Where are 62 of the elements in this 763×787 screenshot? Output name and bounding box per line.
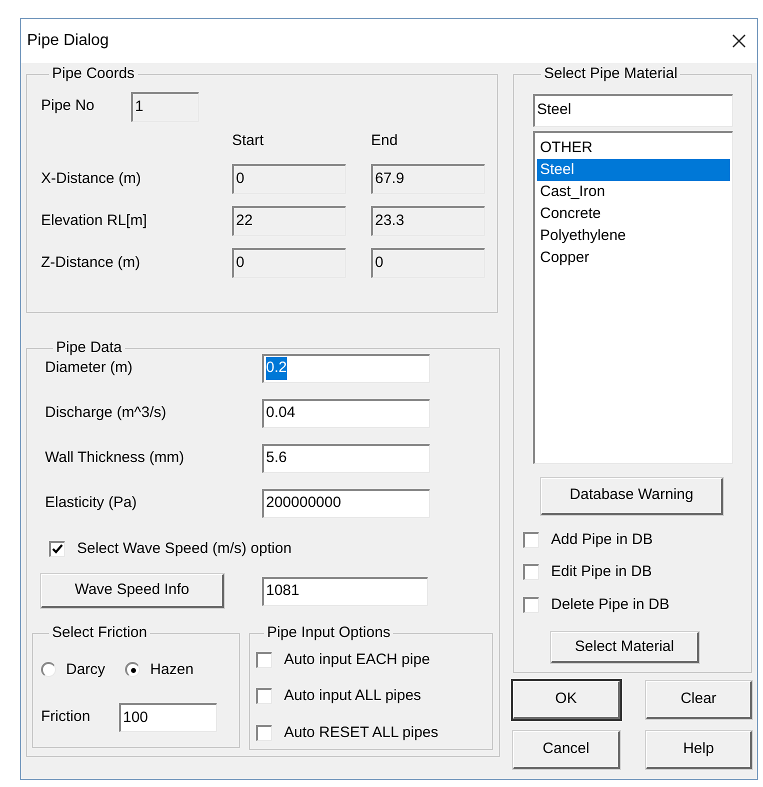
button[interactable]: Wave Speed Info — [41, 574, 224, 608]
checkbox-label: Auto RESET ALL pipes — [284, 722, 438, 742]
text-field[interactable]: 1 — [131, 92, 199, 122]
checkbox[interactable] — [256, 688, 272, 704]
button[interactable]: Select Material — [551, 632, 699, 663]
field-label: Elevation RL[m] — [41, 210, 148, 231]
checkbox-label: Select Wave Speed (m/s) option — [77, 538, 292, 558]
text-field[interactable]: 5.6 — [262, 444, 430, 472]
field-label: Diameter (m) — [45, 358, 134, 378]
button[interactable]: OK — [513, 681, 620, 719]
checkbox[interactable] — [523, 532, 539, 548]
button[interactable]: Help — [646, 731, 752, 769]
field-label: Pipe No — [41, 96, 96, 116]
text-field[interactable]: 0.2 — [262, 354, 430, 382]
checkbox[interactable] — [256, 724, 272, 741]
text-field[interactable]: 100 — [119, 703, 217, 732]
group-title: Pipe Data — [55, 338, 123, 358]
button[interactable]: Database Warning — [541, 478, 723, 514]
text-field[interactable]: Steel — [533, 94, 733, 126]
checkbox[interactable] — [49, 540, 65, 557]
checkbox-label: Add Pipe in DB — [551, 530, 653, 550]
window-title: Pipe Dialog — [27, 31, 109, 51]
field-label: Discharge (m^3/s) — [45, 402, 168, 423]
checkbox-label: Edit Pipe in DB — [551, 562, 652, 582]
group-title: Select Pipe Material — [543, 64, 678, 84]
list-item[interactable]: OTHER — [537, 136, 730, 158]
text-field[interactable]: 67.9 — [371, 164, 485, 194]
field-label: X-Distance (m) — [41, 168, 142, 189]
checkbox[interactable] — [256, 652, 272, 668]
button[interactable]: Cancel — [513, 731, 620, 769]
group-title: Select Friction — [51, 623, 148, 643]
checkbox[interactable] — [523, 596, 539, 613]
checkbox-label: Auto input EACH pipe — [284, 650, 430, 670]
field-label: Elasticity (Pa) — [45, 492, 138, 513]
list-item[interactable]: Steel — [537, 158, 730, 180]
field-label: Wall Thickness (mm) — [45, 448, 186, 468]
checkbox[interactable] — [523, 564, 539, 580]
list-item[interactable]: Copper — [537, 246, 730, 268]
text-field[interactable]: 0 — [232, 164, 346, 194]
column-header: Start — [232, 130, 265, 150]
text-field[interactable]: 1081 — [262, 576, 428, 606]
list-item[interactable]: Cast_Iron — [537, 180, 730, 202]
column-header: End — [371, 130, 399, 150]
text-field[interactable]: 0 — [371, 248, 485, 278]
text-field[interactable]: 0 — [232, 248, 346, 278]
radio-label: Hazen — [150, 660, 194, 680]
field-label: Friction — [41, 707, 92, 728]
text-field[interactable]: 0.04 — [262, 398, 430, 428]
field-label: Z-Distance (m) — [41, 252, 142, 273]
checkbox-label: Delete Pipe in DB — [551, 594, 670, 614]
radio-button[interactable] — [41, 662, 56, 678]
list-item[interactable]: Polyethylene — [537, 224, 730, 246]
radio-button[interactable] — [125, 662, 140, 678]
group-title: Pipe Coords — [51, 64, 136, 84]
button[interactable]: Clear — [646, 681, 752, 719]
text-field[interactable]: 200000000 — [262, 488, 430, 518]
list-item[interactable]: Concrete — [537, 202, 730, 224]
text-field[interactable]: 22 — [232, 206, 346, 236]
text-field[interactable]: 23.3 — [371, 206, 485, 236]
radio-label: Darcy — [66, 660, 106, 680]
group-title: Pipe Input Options — [266, 623, 392, 643]
checkbox-label: Auto input ALL pipes — [284, 686, 422, 706]
